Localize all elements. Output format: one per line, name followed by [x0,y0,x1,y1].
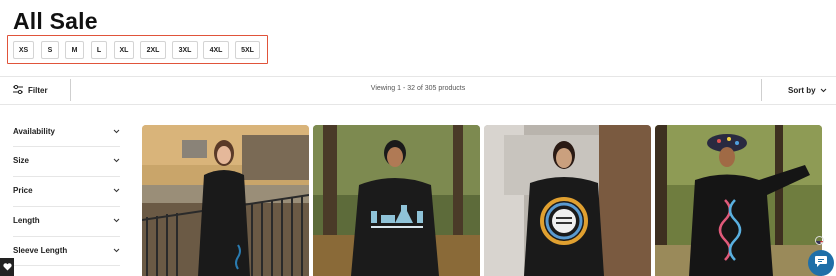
facet-label: Sleeve Length [13,245,68,255]
facet-divider [13,206,120,207]
heart-icon [2,258,12,276]
chevron-down-icon [113,156,120,165]
size-chip-5xl[interactable]: 5XL [235,41,260,59]
chevron-down-icon [113,246,120,255]
facet-label: Size [13,155,30,165]
product-image [142,125,309,276]
facet-price[interactable]: Price [13,183,120,197]
filter-label: Filter [28,85,48,95]
product-image [484,125,651,276]
sort-label: Sort by [788,85,816,95]
sort-button[interactable]: Sort by [788,83,827,97]
facet-label: Price [13,185,33,195]
product-card[interactable] [655,125,822,276]
chevron-down-icon [113,216,120,225]
size-chip-3xl[interactable]: 3XL [172,41,198,59]
size-chip-s[interactable]: S [41,41,59,59]
product-image [313,125,480,276]
size-chip-m[interactable]: M [65,41,84,59]
facet-divider [13,176,120,177]
product-count-text: Viewing 1 - 32 of 305 products [370,85,466,92]
toolbar-divider-right [761,79,762,101]
size-chip-xs[interactable]: XS [13,41,34,59]
facet-sleeve-length[interactable]: Sleeve Length [13,243,120,257]
product-card[interactable] [484,125,651,276]
product-card[interactable] [313,125,480,276]
size-chip-2xl[interactable]: 2XL [140,41,166,59]
product-image [655,125,822,276]
facet-label: Length [13,215,40,225]
size-chip-4xl[interactable]: 4XL [203,41,229,59]
chevron-down-icon [113,186,120,195]
sliders-icon [13,84,23,96]
facet-divider [13,265,120,266]
facet-size[interactable]: Size [13,153,120,167]
favorites-tab[interactable] [0,258,14,276]
chevron-down-icon [113,127,120,136]
facet-divider [13,236,120,237]
facet-length[interactable]: Length [13,213,120,227]
facet-divider [13,146,120,147]
toolbar-bottom-divider [0,104,836,105]
chat-button[interactable] [808,250,834,276]
facet-label: Availability [13,126,55,136]
size-chip-l[interactable]: L [91,41,107,59]
facet-availability[interactable]: Availability [13,124,120,138]
chat-icon [814,254,828,273]
product-card[interactable] [142,125,309,276]
page-title: All Sale [13,8,98,34]
size-chip-xl[interactable]: XL [114,41,134,59]
us-flag-icon[interactable] [815,236,824,245]
chevron-down-icon [820,86,827,95]
toolbar-divider-left [70,79,71,101]
toolbar-top-divider [0,76,836,77]
filter-button[interactable]: Filter [13,83,48,97]
